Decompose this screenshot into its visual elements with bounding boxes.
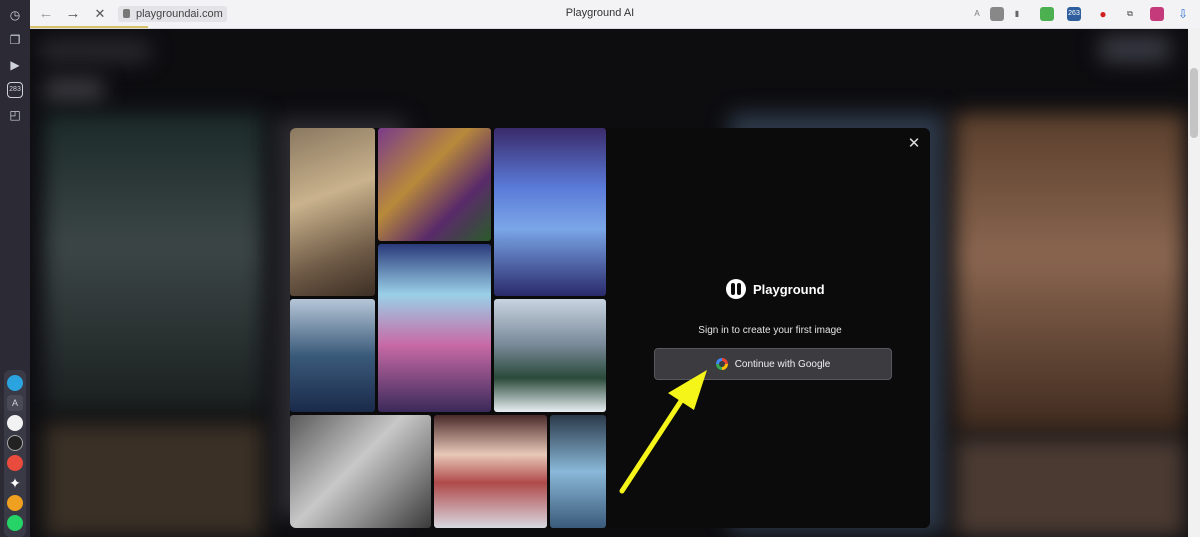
collage-image-ship [290, 299, 375, 412]
continue-with-google-button[interactable]: Continue with Google [654, 348, 892, 380]
record-icon[interactable]: ● [1096, 7, 1110, 21]
google-button-label: Continue with Google [734, 358, 831, 370]
playground-brand: Playground [726, 278, 825, 300]
counter-badge[interactable]: 283 [7, 82, 23, 98]
collage-image-lighthouse [378, 244, 491, 412]
music-icon[interactable] [7, 435, 23, 451]
player-icon[interactable]: ▶ [7, 57, 23, 73]
collage-image-blue-girl [494, 128, 606, 296]
telegram-icon[interactable] [7, 375, 23, 391]
dock-letter[interactable]: A [7, 395, 23, 411]
download-icon[interactable]: ⇩ [1176, 7, 1190, 21]
translate-icon[interactable]: A [970, 7, 984, 21]
puzzle-icon[interactable]: ⧉ [1123, 7, 1137, 21]
extension-icon[interactable] [990, 7, 1004, 21]
snapshot-icon[interactable]: ◰ [7, 107, 23, 123]
loading-progress-bar [30, 26, 148, 28]
page-scrollbar[interactable] [1188, 28, 1200, 537]
scroll-thumb[interactable] [1190, 68, 1198, 138]
app-icon[interactable] [7, 495, 23, 511]
whatsapp-icon[interactable] [7, 515, 23, 531]
background-image [44, 113, 264, 413]
collage-image-cat [378, 128, 491, 241]
profile-icon[interactable] [1150, 7, 1164, 21]
brand-name: Playground [753, 281, 825, 297]
signin-modal: ✕ Playground Sign in to create your firs… [290, 128, 930, 528]
collage-image-wolf [290, 415, 431, 528]
background-image [955, 438, 1185, 537]
download-helper-icon[interactable] [1040, 7, 1054, 21]
collage-image-old-man [290, 128, 375, 296]
background-image [955, 113, 1185, 433]
background-image [44, 423, 264, 537]
collage-image-jar [550, 415, 606, 528]
browser-toolbar: ← → ✕ playgroundai.com Playground AI A ▮… [30, 0, 1200, 29]
chat-icon[interactable] [7, 415, 23, 431]
background-logo [40, 40, 150, 62]
browser-sidebar: ◷ ❐ ▶ 283 ◰ A ✦ [0, 0, 30, 537]
collage-image-winter-forest [494, 299, 606, 412]
background-tab [44, 78, 104, 102]
collage-image-warrior-girl [434, 415, 547, 528]
counter-extension-badge[interactable]: 263 [1067, 7, 1081, 21]
tabs-icon[interactable]: ❐ [7, 32, 23, 48]
playground-logo-icon [726, 279, 746, 299]
sparkle-icon[interactable]: ✦ [7, 475, 23, 491]
close-icon[interactable]: ✕ [906, 136, 922, 152]
signin-subtitle: Sign in to create your first image [698, 325, 842, 336]
bookmark-icon[interactable]: ▮ [1010, 7, 1024, 21]
google-icon [715, 358, 728, 370]
background-button [1100, 36, 1170, 62]
maps-icon[interactable] [7, 455, 23, 471]
history-icon[interactable]: ◷ [7, 7, 23, 23]
